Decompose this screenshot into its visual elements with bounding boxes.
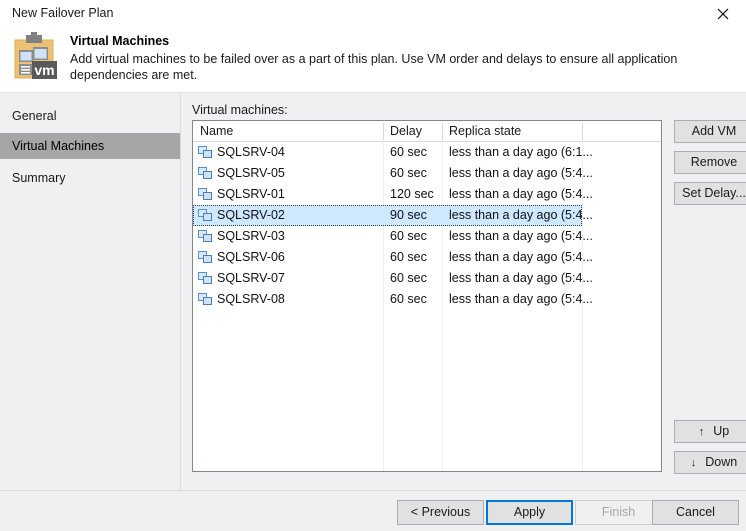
sidebar-item-summary[interactable]: Summary bbox=[0, 165, 180, 191]
sidebar-item-label: General bbox=[12, 109, 56, 123]
cell-name: SQLSRV-03 bbox=[193, 226, 381, 247]
arrow-up-icon: ↑ bbox=[699, 426, 705, 438]
cell-name: SQLSRV-04 bbox=[193, 142, 381, 163]
cell-replica-state: less than a day ago (5:4... bbox=[442, 289, 642, 310]
table-row[interactable]: SQLSRV-07 60 sec less than a day ago (5:… bbox=[193, 268, 661, 289]
cell-delay: 60 sec bbox=[383, 289, 441, 310]
svg-text:vm: vm bbox=[34, 62, 54, 78]
cancel-button[interactable]: Cancel bbox=[652, 500, 739, 525]
dialog-footer: < Previous Apply Finish Cancel bbox=[0, 490, 746, 531]
cell-replica-state: less than a day ago (5:4... bbox=[442, 268, 642, 289]
main-pane: Virtual machines: Name Delay Replica sta… bbox=[181, 93, 746, 491]
cell-replica-state: less than a day ago (5:4... bbox=[442, 163, 642, 184]
cell-replica-state: less than a day ago (5:4... bbox=[442, 247, 642, 268]
cell-name: SQLSRV-07 bbox=[193, 268, 381, 289]
page-title: Virtual Machines bbox=[70, 34, 169, 48]
cell-replica-state: less than a day ago (6:1... bbox=[442, 142, 642, 163]
window-title: New Failover Plan bbox=[12, 6, 113, 20]
add-vm-button[interactable]: Add VM bbox=[674, 120, 746, 143]
close-button[interactable] bbox=[700, 0, 746, 28]
sidebar-item-virtual-machines[interactable]: Virtual Machines bbox=[0, 133, 180, 159]
apply-button[interactable]: Apply bbox=[486, 500, 573, 525]
table-row[interactable]: SQLSRV-08 60 sec less than a day ago (5:… bbox=[193, 289, 661, 310]
title-bar: New Failover Plan bbox=[0, 0, 746, 28]
close-icon bbox=[717, 8, 729, 20]
cell-replica-state: less than a day ago (5:4... bbox=[442, 205, 642, 226]
table-row[interactable]: SQLSRV-04 60 sec less than a day ago (6:… bbox=[193, 142, 661, 163]
table-row-selected[interactable]: SQLSRV-02 90 sec less than a day ago (5:… bbox=[193, 205, 661, 226]
remove-button[interactable]: Remove bbox=[674, 151, 746, 174]
cell-replica-state: less than a day ago (5:4... bbox=[442, 226, 642, 247]
dialog-header: vm Virtual Machines Add virtual machines… bbox=[0, 28, 746, 92]
table-row[interactable]: SQLSRV-01 120 sec less than a day ago (5… bbox=[193, 184, 661, 205]
finish-button: Finish bbox=[575, 500, 662, 525]
table-row[interactable]: SQLSRV-03 60 sec less than a day ago (5:… bbox=[193, 226, 661, 247]
failover-plan-vm-icon: vm bbox=[11, 32, 61, 82]
cell-name: SQLSRV-01 bbox=[193, 184, 381, 205]
table-row[interactable]: SQLSRV-06 60 sec less than a day ago (5:… bbox=[193, 247, 661, 268]
cell-delay: 90 sec bbox=[383, 205, 441, 226]
cell-name: SQLSRV-02 bbox=[193, 205, 381, 226]
cell-delay: 60 sec bbox=[383, 268, 441, 289]
cell-name: SQLSRV-08 bbox=[193, 289, 381, 310]
cell-delay: 60 sec bbox=[383, 142, 441, 163]
column-header-blank[interactable] bbox=[582, 121, 661, 141]
list-column-header: Name Delay Replica state bbox=[193, 121, 661, 142]
sidebar-item-general[interactable]: General bbox=[0, 103, 180, 129]
column-header-replica-state[interactable]: Replica state bbox=[442, 121, 582, 141]
previous-button[interactable]: < Previous bbox=[397, 500, 484, 525]
wizard-sidebar: General Virtual Machines Summary bbox=[0, 93, 181, 491]
cell-delay: 60 sec bbox=[383, 163, 441, 184]
cell-replica-state: less than a day ago (5:4... bbox=[442, 184, 642, 205]
column-header-delay[interactable]: Delay bbox=[383, 121, 442, 141]
list-rows: SQLSRV-04 60 sec less than a day ago (6:… bbox=[193, 142, 661, 310]
column-header-name[interactable]: Name bbox=[193, 121, 383, 141]
dialog-body: General Virtual Machines Summary Virtual… bbox=[0, 92, 746, 491]
move-up-button[interactable]: ↑ Up bbox=[674, 420, 746, 443]
cell-delay: 60 sec bbox=[383, 247, 441, 268]
sidebar-item-label: Summary bbox=[12, 171, 65, 185]
set-delay-button[interactable]: Set Delay... bbox=[674, 182, 746, 205]
cell-delay: 120 sec bbox=[383, 184, 441, 205]
move-down-label: Down bbox=[705, 455, 737, 469]
arrow-down-icon: ↓ bbox=[691, 457, 697, 469]
cell-delay: 60 sec bbox=[383, 226, 441, 247]
virtual-machines-label: Virtual machines: bbox=[192, 103, 288, 117]
virtual-machines-list[interactable]: Name Delay Replica state SQLSRV-04 60 se… bbox=[192, 120, 662, 472]
cell-name: SQLSRV-05 bbox=[193, 163, 381, 184]
table-row[interactable]: SQLSRV-05 60 sec less than a day ago (5:… bbox=[193, 163, 661, 184]
cell-name: SQLSRV-06 bbox=[193, 247, 381, 268]
move-down-button[interactable]: ↓ Down bbox=[674, 451, 746, 474]
move-up-label: Up bbox=[713, 424, 729, 438]
page-description: Add virtual machines to be failed over a… bbox=[70, 51, 742, 83]
sidebar-item-label: Virtual Machines bbox=[12, 139, 104, 153]
